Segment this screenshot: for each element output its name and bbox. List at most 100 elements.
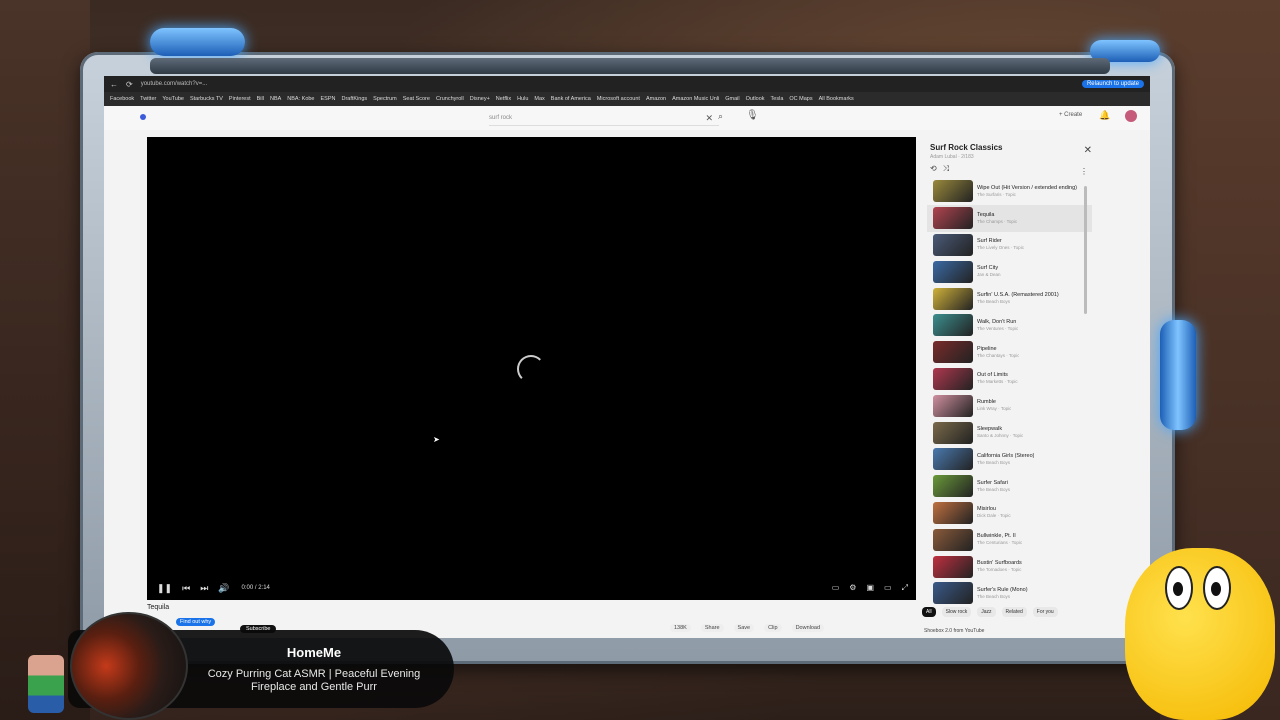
playlist-item-artist: The Beach Boys	[977, 486, 1011, 492]
back-icon[interactable]: ←	[110, 80, 118, 89]
playlist-item[interactable]: Surfin' U.S.A. (Remastered 2001) The Beac…	[927, 285, 1092, 312]
filter-chip[interactable]: Jazz	[977, 607, 996, 617]
bookmark-item[interactable]: Amazon	[646, 96, 666, 102]
channel-avatar	[70, 612, 188, 720]
bookmark-item[interactable]: Netflix	[496, 96, 511, 102]
volume-icon[interactable]: 🔊	[218, 583, 229, 594]
search-icon[interactable]: ⌕	[718, 111, 723, 122]
playlist-item[interactable]: Out of Limits The Marketts · Topic	[927, 366, 1092, 393]
bookmark-item[interactable]: ESPN	[321, 96, 336, 102]
playlist-thumbnail	[933, 180, 973, 203]
playlist-item[interactable]: Surf Rider The Lively Ones · Topic	[927, 232, 1092, 259]
playlist-item-title: Surf Rider	[977, 238, 1002, 245]
playlist-item[interactable]: Misirlou Dick Dale · Topic	[927, 500, 1092, 527]
bookmark-item[interactable]: Twitter	[140, 96, 156, 102]
playlist-scrollbar[interactable]	[1084, 186, 1087, 314]
playlist-item[interactable]: Surf City Jan & Dean	[927, 258, 1092, 285]
frame-capsule-light	[150, 28, 245, 56]
filter-chips: All Slow rock Jazz Related For you	[922, 607, 1102, 617]
notifications-icon[interactable]: 🔔	[1099, 110, 1110, 121]
find-out-why-button[interactable]: Find out why	[176, 618, 216, 626]
video-action-button[interactable]: Download	[791, 624, 825, 632]
playlist-item-title: Misirlou	[977, 506, 996, 513]
create-label: Create	[1064, 112, 1083, 118]
filter-chip[interactable]: All	[922, 607, 936, 617]
captions-icon[interactable]: ▭	[832, 583, 840, 593]
bookmark-item[interactable]: Facebook	[110, 96, 134, 102]
bookmark-item[interactable]: Outlook	[746, 96, 765, 102]
miniplayer-icon[interactable]: ▣	[866, 583, 874, 593]
user-avatar[interactable]	[1125, 110, 1137, 122]
overlay-video-title: Cozy Purring Cat ASMR | Peaceful Evening…	[207, 668, 421, 693]
playlist-item-title: Pipeline	[977, 345, 997, 352]
playlist-item[interactable]: Tequila The Champs · Topic	[927, 204, 1092, 232]
bookmark-item[interactable]: NBA	[270, 96, 281, 102]
bookmark-item[interactable]: NBA: Kobe	[287, 96, 314, 102]
playlist-more-icon[interactable]: ⋮	[1080, 167, 1088, 176]
bookmark-item[interactable]: DraftKings	[341, 96, 367, 102]
video-action-button[interactable]: 138K	[670, 624, 691, 632]
relaunch-button[interactable]: Relaunch to update	[1081, 80, 1144, 88]
playlist-item[interactable]: Wipe Out (Hit Version / extended ending)…	[927, 178, 1092, 205]
playlist-thumbnail	[933, 448, 973, 471]
youtube-logo[interactable]	[140, 114, 146, 120]
playlist-item[interactable]: Walk, Don't Run The Ventures · Topic	[927, 312, 1092, 339]
playlist-item-artist: Santo & Johnny · Topic	[977, 433, 1024, 439]
bookmark-item[interactable]: All Bookmarks	[819, 96, 854, 102]
playlist-thumbnail	[933, 528, 973, 551]
microphone-icon[interactable]: 🎙	[746, 110, 759, 121]
url-field[interactable]: youtube.com/watch?v=...	[141, 81, 1074, 87]
create-button[interactable]: + Create	[1059, 112, 1082, 118]
previous-icon[interactable]: ⏮	[182, 583, 190, 594]
filter-chip[interactable]: For you	[1032, 607, 1058, 617]
playlist-item[interactable]: Sleepwalk Santo & Johnny · Topic	[927, 419, 1092, 446]
bookmark-item[interactable]: Disney+	[470, 96, 490, 102]
filter-chip[interactable]: Related	[1001, 607, 1027, 617]
playlist-item[interactable]: Surfer Safari The Beach Boys	[927, 473, 1092, 500]
bookmark-item[interactable]: Pinterest	[229, 96, 251, 102]
playlist-thumbnail	[933, 260, 973, 283]
bookmark-item[interactable]: Tesla	[771, 96, 784, 102]
next-video-preview[interactable]: Shoebox 2.0 from YouTube	[924, 628, 1094, 634]
theater-mode-icon[interactable]: ▭	[884, 583, 892, 593]
bookmark-item[interactable]: Microsoft account	[597, 96, 640, 102]
playlist-item-title: Bullwinkle, Pt. II	[977, 533, 1016, 540]
bookmark-item[interactable]: YouTube	[162, 96, 184, 102]
shuffle-icon[interactable]: ⤨	[943, 164, 949, 174]
bookmark-item[interactable]: Seat Score	[403, 96, 430, 102]
bookmark-item[interactable]: Bill	[257, 96, 264, 102]
video-player[interactable]: ➤ ❚❚ ⏮ ⏭ 🔊 0:00 / 2:14 ▭ ⚙ ▣ ▭ ⤢	[147, 137, 916, 600]
reload-icon[interactable]: ⟳	[126, 80, 133, 89]
search-query: surf rock	[489, 115, 513, 121]
filter-chip[interactable]: Slow rock	[941, 607, 972, 617]
playlist-item[interactable]: California Girls (Stereo) The Beach Boys	[927, 446, 1092, 473]
pause-icon[interactable]: ❚❚	[157, 583, 172, 594]
search-input[interactable]: surf rock ✕	[489, 111, 719, 126]
playlist-item-title: Sleepwalk	[977, 426, 1003, 433]
bookmark-item[interactable]: Amazon Music Unli	[672, 96, 719, 102]
loop-icon[interactable]: ⟲	[930, 164, 937, 174]
fullscreen-icon[interactable]: ⤢	[902, 583, 908, 593]
playlist-thumbnail	[933, 394, 973, 417]
playlist-item[interactable]: Surfer's Rule (Mono) The Beach Boys	[927, 580, 1092, 607]
bookmark-item[interactable]: Crunchyroll	[436, 96, 464, 102]
video-action-button[interactable]: Save	[733, 624, 755, 632]
playlist-item[interactable]: Bustin' Surfboards The Tornadoes · Topic	[927, 553, 1092, 580]
bookmark-item[interactable]: Max	[534, 96, 544, 102]
next-icon[interactable]: ⏭	[200, 583, 208, 594]
bookmark-item[interactable]: Hulu	[517, 96, 528, 102]
bookmark-item[interactable]: Gmail	[725, 96, 739, 102]
playlist-thumbnail	[933, 421, 973, 444]
playlist-item[interactable]: Bullwinkle, Pt. II The Centurians · Topic	[927, 526, 1092, 553]
settings-icon[interactable]: ⚙	[849, 583, 856, 593]
video-action-button[interactable]: Share	[700, 624, 724, 632]
bookmark-item[interactable]: Spectrum	[373, 96, 397, 102]
close-playlist-icon[interactable]: ✕	[1084, 145, 1092, 156]
playlist-item[interactable]: Rumble Link Wray · Topic	[927, 392, 1092, 419]
bookmark-item[interactable]: OC Maps	[789, 96, 812, 102]
playlist-item[interactable]: Pipeline The Chantays · Topic	[927, 339, 1092, 366]
clear-search-icon[interactable]: ✕	[705, 113, 713, 124]
bookmark-item[interactable]: Starbucks TV	[190, 96, 223, 102]
bookmark-item[interactable]: Bank of America	[551, 96, 591, 102]
video-action-button[interactable]: Clip	[764, 624, 782, 632]
